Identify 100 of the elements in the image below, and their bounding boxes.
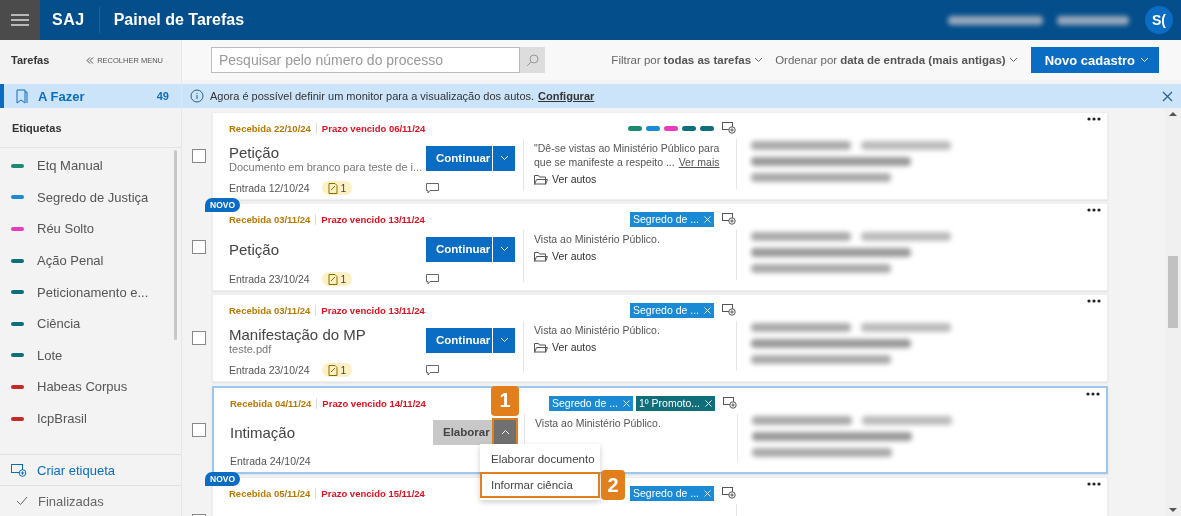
configure-link[interactable]: Configurar: [538, 90, 595, 102]
label-item[interactable]: IcpBrasil: [0, 402, 170, 435]
label-item[interactable]: Ciência: [0, 307, 170, 340]
task-title: Petição: [229, 240, 281, 258]
add-tag-icon[interactable]: [723, 397, 737, 409]
label-item[interactable]: Ação Penal: [0, 244, 170, 277]
menu-item[interactable]: Elaborar documento: [480, 446, 600, 472]
add-tag-icon[interactable]: [722, 122, 736, 134]
received-date: Recebida 03/11/24: [229, 304, 317, 316]
entry-date: Entrada 12/10/24: [229, 182, 311, 194]
chevron-icon: [499, 337, 509, 343]
info-icon: [190, 89, 204, 103]
search-icon: [526, 53, 539, 67]
tag-chip[interactable]: Segredo de ...: [549, 395, 633, 411]
more-options-icon[interactable]: [1087, 299, 1101, 303]
received-date: Recebida 22/10/24: [229, 122, 317, 134]
more-options-icon[interactable]: [1087, 208, 1101, 212]
filter-dropdown[interactable]: Filtrar por todas as tarefas: [611, 54, 764, 66]
menu-icon[interactable]: [0, 0, 40, 40]
more-options-icon[interactable]: [1087, 482, 1101, 486]
checkbox[interactable]: [192, 149, 206, 163]
label-item[interactable]: Lote: [0, 339, 170, 372]
blurred-text: [1057, 15, 1129, 25]
dropdown-button[interactable]: [493, 236, 515, 262]
see-more-link[interactable]: Ver mais: [678, 156, 720, 168]
deadline-date: Prazo vencido 06/11/24: [321, 122, 426, 134]
label-item[interactable]: Peticionamento e...: [0, 276, 170, 308]
label-item[interactable]: Segredo de Justiça: [0, 181, 170, 214]
document-count: 1: [321, 272, 353, 286]
task-description: Vista ao Ministério Público.: [535, 416, 662, 430]
bookmark-icon: [16, 88, 28, 104]
deadline-date: Prazo vencido 13/11/24: [321, 304, 425, 316]
close-icon[interactable]: [1162, 90, 1173, 102]
label-item[interactable]: Réu Solto: [0, 213, 170, 245]
task-title: Petição: [229, 143, 281, 161]
deadline-date: Prazo vencido 13/11/24: [321, 213, 425, 225]
task-subtitle: Documento em branco para teste de i...: [229, 160, 424, 173]
tag-chip[interactable]: Segredo de ...: [630, 211, 714, 227]
label-item[interactable]: Habeas Corpus: [0, 371, 170, 403]
folder-icon: [534, 341, 548, 353]
app-logo: SAJ: [52, 11, 85, 29]
document-icon: [327, 364, 339, 376]
callout-number: 2: [601, 470, 625, 500]
chevron-icon: [500, 429, 510, 435]
document-icon: [327, 273, 339, 285]
section-heading: Etiquetas: [12, 121, 62, 134]
sort-dropdown[interactable]: Ordenar por data de entrada (mais antigas): [775, 54, 1018, 66]
sidebar-item[interactable]: A Fazer 49: [0, 84, 181, 108]
open-records-link[interactable]: Ver autos: [534, 250, 731, 262]
action-button[interactable]: Elaborar: [433, 419, 493, 445]
open-records-link[interactable]: Ver autos: [534, 341, 731, 353]
received-date: Recebida 03/11/24: [229, 213, 317, 225]
deadline-date: Prazo vencido 15/11/24: [321, 487, 425, 499]
task-description: "Dê-se vistas ao Ministério Público para que se manifeste a respeito ... Ver mais: [534, 141, 721, 169]
checkbox[interactable]: [192, 331, 206, 345]
task-description: Vista ao Ministério Público.: [534, 232, 661, 246]
checkbox[interactable]: [192, 422, 206, 437]
add-tag-icon: [11, 463, 27, 477]
search-field[interactable]: Pesquisar pelo número do processo: [211, 47, 520, 73]
action-button[interactable]: Continuar: [426, 145, 492, 171]
chevron-icon: [754, 57, 764, 63]
entry-date: Entrada 23/10/24: [229, 273, 311, 285]
task-description: Vista ao Ministério Público.: [534, 323, 661, 337]
action-button[interactable]: Continuar: [426, 236, 492, 262]
folder-icon: [534, 250, 548, 262]
dropdown-button[interactable]: [493, 327, 515, 353]
section-heading: Tarefas: [11, 54, 50, 66]
task-title: Intimação: [230, 423, 297, 441]
double-chevron-icon: [86, 56, 95, 64]
add-tag-icon[interactable]: [722, 487, 736, 499]
add-tag-icon[interactable]: [722, 304, 736, 316]
chevron-icon: [1140, 57, 1149, 63]
open-records-link[interactable]: Ver autos: [534, 173, 731, 185]
new-badge: NOVO: [205, 198, 241, 212]
task-title: Manifestação do MP: [229, 325, 367, 343]
dropdown-button[interactable]: [494, 419, 516, 445]
add-tag-icon[interactable]: [722, 213, 736, 225]
received-date: Recebida 04/11/24: [230, 397, 318, 409]
label-item[interactable]: Etq Manual: [0, 150, 170, 182]
document-count: 1: [321, 363, 353, 377]
chevron-icon: [1008, 57, 1018, 63]
tag-chip[interactable]: 1º Promoto...: [635, 395, 715, 411]
page-title: Painel de Tarefas: [113, 11, 246, 29]
action-button[interactable]: Continuar: [426, 327, 492, 353]
more-options-icon[interactable]: [1087, 117, 1101, 121]
deadline-date: Prazo vencido 14/11/24: [322, 397, 426, 409]
new-badge: NOVO: [205, 472, 241, 486]
checkbox[interactable]: [192, 240, 206, 254]
document-count: 1: [321, 181, 353, 195]
entry-date: Entrada 23/10/24: [229, 364, 311, 376]
received-date: Recebida 05/11/24: [229, 487, 317, 499]
user-avatar[interactable]: S(: [1145, 6, 1173, 34]
new-record-button[interactable]: Novo cadastro: [1030, 47, 1159, 73]
checkmark-icon: [16, 496, 28, 506]
tag-chip[interactable]: Segredo de ...: [630, 302, 714, 318]
chevron-icon: [499, 246, 509, 252]
tag-chip[interactable]: Segredo de ...: [630, 485, 714, 501]
more-options-icon[interactable]: [1086, 392, 1100, 396]
dropdown-button[interactable]: [493, 145, 515, 171]
folder-icon: [534, 173, 548, 185]
